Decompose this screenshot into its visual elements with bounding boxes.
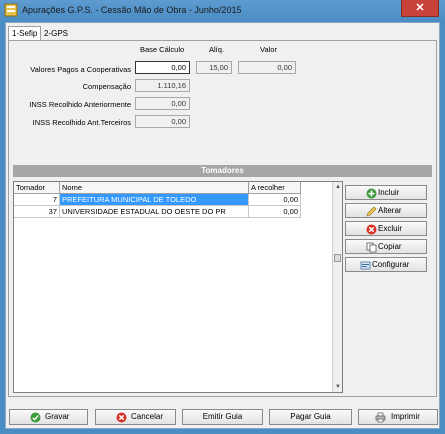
inss-terceiros-label: INSS Recolhido Ant.Terceiros: [32, 118, 131, 127]
tomadores-header: Tomadores: [13, 165, 432, 177]
window-title: Apurações G.P.S. - Cessão Mão de Obra - …: [22, 5, 242, 15]
table-row-1-nome[interactable]: UNIVERSIDADE ESTADUAL DO OESTE DO PR: [60, 206, 249, 218]
col-nome[interactable]: Nome: [60, 182, 249, 194]
scroll-thumb[interactable]: [334, 254, 341, 262]
col-a-recolher[interactable]: A recolher: [249, 182, 301, 194]
inss-anterior-input[interactable]: 0,00: [135, 97, 190, 110]
table-row-1-recolher[interactable]: 0,00: [249, 206, 301, 218]
cooperativas-aliq-input[interactable]: 15,00: [196, 61, 232, 74]
cancel-icon: [116, 412, 127, 423]
compensacao-input[interactable]: 1.110,16: [135, 79, 190, 92]
emitir-guia-button[interactable]: Emitir Guia: [182, 409, 263, 425]
grid-scrollbar[interactable]: ▲ ▼: [332, 182, 342, 392]
sefip-panel: Base Cálculo Alíq. Valor Valores Pagos a…: [8, 40, 437, 397]
scroll-down-icon[interactable]: ▼: [334, 383, 342, 391]
incluir-button[interactable]: Incluir: [345, 185, 427, 200]
checkmark-icon: [30, 412, 41, 423]
plus-icon: [366, 188, 377, 199]
tomadores-grid[interactable]: Tomador Nome A recolher 7 PREFEITURA MUN…: [13, 181, 343, 393]
alterar-button[interactable]: Alterar: [345, 203, 427, 218]
close-icon: ✕: [415, 2, 425, 14]
configurar-button[interactable]: Configurar: [345, 257, 427, 272]
app-icon: [4, 3, 18, 17]
delete-icon: [366, 224, 377, 235]
printer-icon: [375, 412, 386, 423]
tab-sefip[interactable]: 1-Sefip: [8, 26, 42, 41]
table-row-0-nome[interactable]: PREFEITURA MUNICIPAL DE TOLEDO: [60, 194, 249, 206]
tab-gps[interactable]: 2-GPS: [41, 27, 72, 41]
imprimir-button[interactable]: Imprimir: [358, 409, 438, 425]
compensacao-label: Compensação: [82, 82, 131, 91]
copiar-button[interactable]: Copiar: [345, 239, 427, 254]
inss-anterior-label: INSS Recolhido Anteriormente: [29, 100, 131, 109]
close-button[interactable]: ✕: [401, 0, 439, 17]
col-aliquota: Alíq.: [209, 45, 225, 54]
copy-icon: [366, 242, 377, 253]
pencil-icon: [366, 206, 377, 217]
cooperativas-base-input[interactable]: 0,00: [135, 61, 190, 74]
excluir-button[interactable]: Excluir: [345, 221, 427, 236]
table-row-0-recolher[interactable]: 0,00: [249, 194, 301, 206]
cooperativas-valor-input[interactable]: 0,00: [238, 61, 296, 74]
table-row-1-tomador[interactable]: 37: [14, 206, 60, 218]
gravar-button[interactable]: Gravar: [9, 409, 88, 425]
col-valor: Valor: [260, 45, 277, 54]
client-area: 1-Sefip 2-GPS Base Cálculo Alíq. Valor V…: [5, 22, 440, 429]
pagar-guia-button[interactable]: Pagar Guia: [269, 409, 352, 425]
scroll-up-icon[interactable]: ▲: [334, 183, 342, 191]
col-tomador[interactable]: Tomador: [14, 182, 60, 194]
col-base-calculo: Base Cálculo: [140, 45, 185, 54]
config-icon: [360, 261, 371, 270]
cooperativas-label: Valores Pagos a Cooperativas: [30, 65, 131, 74]
table-row-0-tomador[interactable]: 7: [14, 194, 60, 206]
inss-terceiros-input[interactable]: 0,00: [135, 115, 190, 128]
cancelar-button[interactable]: Cancelar: [95, 409, 176, 425]
application-window: Apurações G.P.S. - Cessão Mão de Obra - …: [0, 0, 445, 434]
title-bar[interactable]: Apurações G.P.S. - Cessão Mão de Obra - …: [0, 0, 445, 22]
